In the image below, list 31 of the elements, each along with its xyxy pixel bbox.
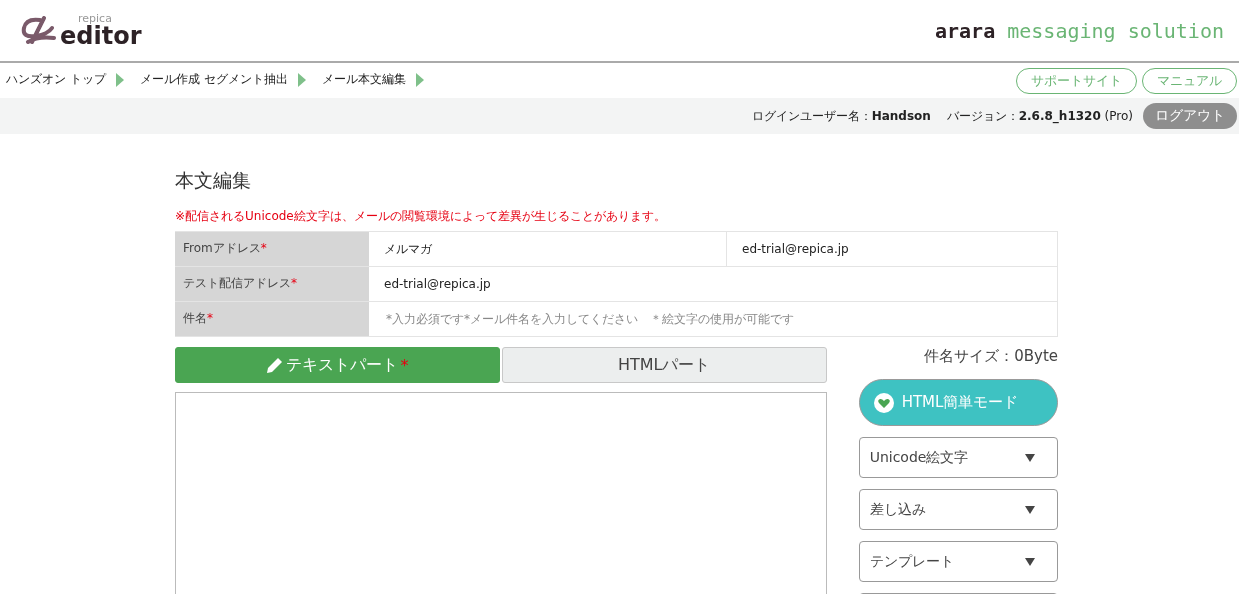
user-info-text: ログインユーザー名：Handson バージョン：2.6.8_h1320 (Pro) <box>751 107 1133 125</box>
subject-input[interactable]: *入力必須です*メール件名を入力してください ＊絵文字の使用が可能です <box>384 311 1042 327</box>
triangle-icon <box>297 72 306 87</box>
required-mark: * <box>207 311 213 325</box>
field-value: ed-trial@repica.jp <box>383 276 492 293</box>
dropdown[interactable]: 差し込み <box>858 489 1058 530</box>
caret-icon <box>1025 557 1035 566</box>
repica-editor-logo: repica editor <box>18 13 142 48</box>
dropdown[interactable]: テンプレート <box>858 541 1058 582</box>
pencil-icon <box>266 356 285 374</box>
required-mark: * <box>291 276 297 290</box>
breadcrumb-link[interactable]: メール作成 セグメント抽出 <box>139 71 288 88</box>
brand-logo: arara messaging solution <box>935 18 1224 43</box>
dropdown[interactable]: Unicode絵文字 <box>858 437 1058 478</box>
breadcrumb-link[interactable]: メール本文編集 <box>321 71 406 88</box>
body-textarea[interactable] <box>175 392 827 594</box>
breadcrumb-link[interactable]: ハンズオン トップ <box>6 71 106 88</box>
field-value: ed-trial@repica.jp <box>726 232 1057 266</box>
page-title: 本文編集 <box>175 168 252 193</box>
notice-text: ※配信されるUnicode絵文字は、メールの閲覧環境によって差異が生じることがあります。 <box>175 208 667 225</box>
field-value: メルマガ <box>383 240 433 258</box>
field-label: Fromアドレス <box>183 241 261 255</box>
subject-size-text: 件名サイズ：0Byte <box>923 347 1058 366</box>
field-label: 件名 <box>183 311 207 325</box>
caret-icon <box>1025 505 1035 514</box>
required-mark: * <box>260 241 267 255</box>
triangle-icon <box>115 72 124 87</box>
field-label: テスト配信アドレス <box>183 276 291 290</box>
caret-icon <box>1025 453 1035 462</box>
triangle-icon <box>415 72 424 87</box>
part-tab[interactable]: HTMLパート <box>501 347 827 383</box>
